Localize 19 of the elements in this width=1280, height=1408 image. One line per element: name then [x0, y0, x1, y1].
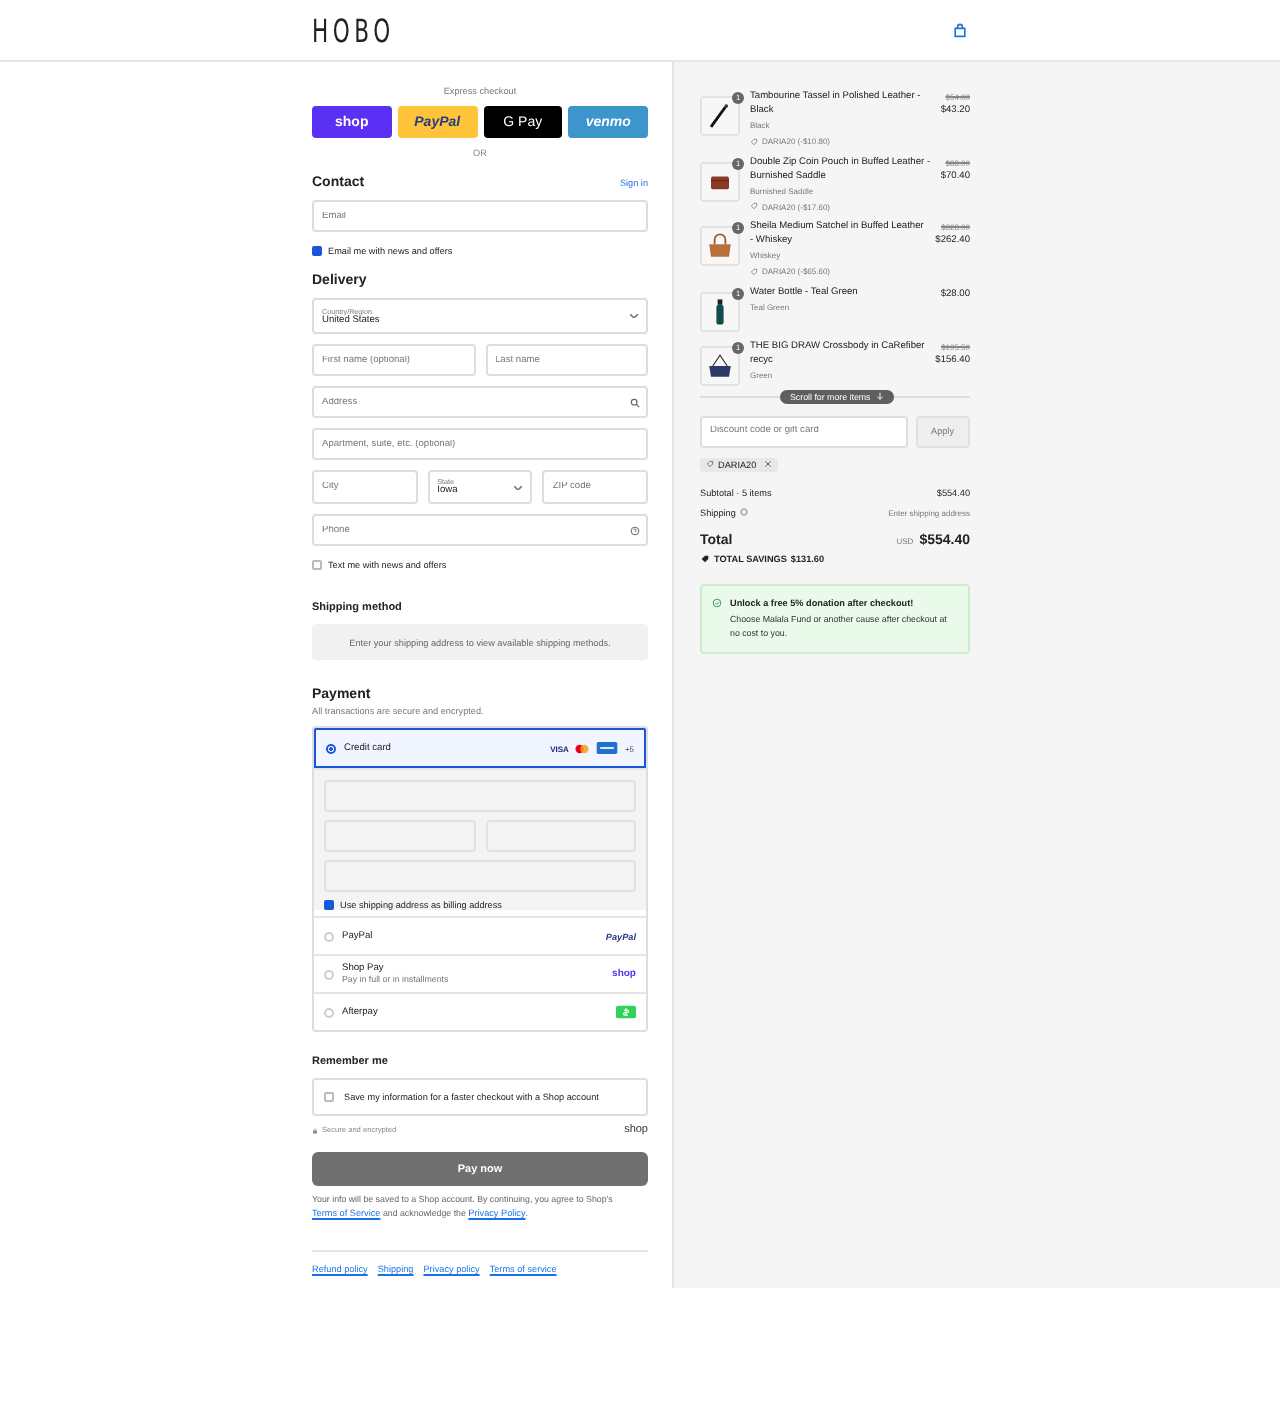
checkbox[interactable]: [324, 900, 334, 910]
tag-icon: [750, 268, 758, 277]
tag-icon: [750, 202, 758, 211]
shopping-bag-icon[interactable]: [952, 22, 968, 38]
tag-icon: [706, 460, 714, 469]
store-logo[interactable]: HOBO: [312, 11, 395, 49]
card-brand-icon: [596, 742, 619, 754]
search-icon: [630, 397, 640, 407]
arrow-down-icon: [876, 392, 885, 401]
check-circle-icon: [712, 597, 722, 608]
dollar-badge-icon: [616, 1004, 636, 1020]
lock-icon: [312, 1127, 318, 1133]
card-brand-icon: [574, 743, 591, 753]
checkbox[interactable]: [324, 1092, 334, 1102]
remove-icon[interactable]: [764, 460, 773, 469]
checkbox[interactable]: [312, 246, 322, 256]
checkbox[interactable]: [312, 560, 322, 570]
tag-icon: [750, 137, 758, 146]
tag-icon: [700, 553, 710, 564]
